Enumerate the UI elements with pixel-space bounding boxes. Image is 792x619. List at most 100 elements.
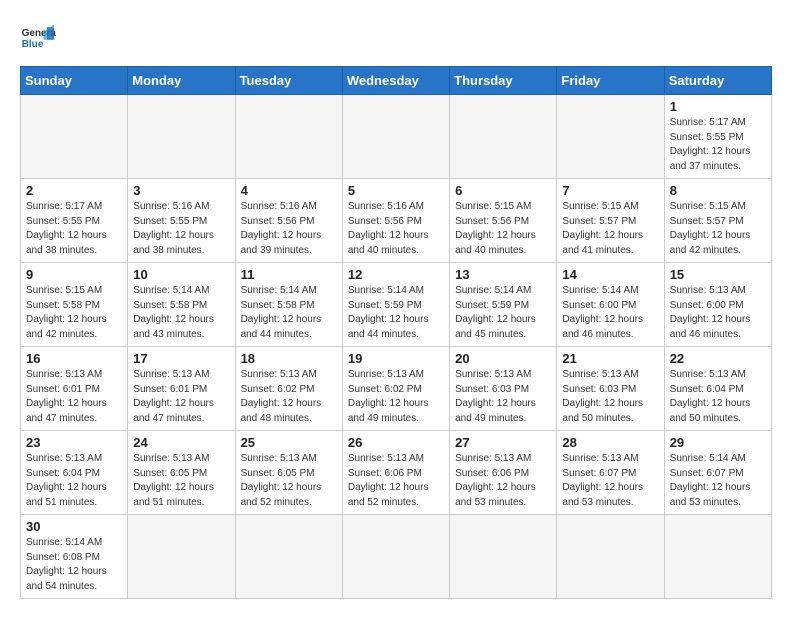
day-info: Sunrise: 5:13 AMSunset: 6:06 PMDaylight:…	[455, 452, 551, 510]
day-number: 8	[670, 183, 766, 198]
day-info: Sunrise: 5:13 AMSunset: 6:00 PMDaylight:…	[670, 284, 766, 342]
day-info: Sunrise: 5:16 AMSunset: 5:55 PMDaylight:…	[133, 200, 229, 258]
day-info: Sunrise: 5:15 AMSunset: 5:57 PMDaylight:…	[670, 200, 766, 258]
calendar-cell: 9 Sunrise: 5:15 AMSunset: 5:58 PMDaylight…	[21, 263, 128, 347]
calendar-cell	[557, 515, 664, 599]
weekday-sunday: Sunday	[21, 67, 128, 95]
day-number: 6	[455, 183, 551, 198]
calendar-cell	[450, 515, 557, 599]
day-info: Sunrise: 5:13 AMSunset: 6:02 PMDaylight:…	[348, 368, 444, 426]
calendar-cell: 14 Sunrise: 5:14 AMSunset: 6:00 PMDayligh…	[557, 263, 664, 347]
day-number: 21	[562, 351, 658, 366]
calendar-cell	[235, 515, 342, 599]
calendar-cell: 20 Sunrise: 5:13 AMSunset: 6:03 PMDayligh…	[450, 347, 557, 431]
calendar-cell: 24 Sunrise: 5:13 AMSunset: 6:05 PMDayligh…	[128, 431, 235, 515]
calendar-cell: 2Sunrise: 5:17 AMSunset: 5:55 PMDaylight…	[21, 179, 128, 263]
day-number: 19	[348, 351, 444, 366]
day-number: 3	[133, 183, 229, 198]
day-number: 29	[670, 435, 766, 450]
day-info: Sunrise: 5:13 AMSunset: 6:05 PMDaylight:…	[133, 452, 229, 510]
day-number: 15	[670, 267, 766, 282]
day-number: 26	[348, 435, 444, 450]
calendar-cell: 21 Sunrise: 5:13 AMSunset: 6:03 PMDayligh…	[557, 347, 664, 431]
day-number: 1	[670, 99, 766, 114]
day-number: 14	[562, 267, 658, 282]
calendar-cell	[21, 95, 128, 179]
day-number: 24	[133, 435, 229, 450]
weekday-tuesday: Tuesday	[235, 67, 342, 95]
calendar-cell: 12Sunrise: 5:14 AMSunset: 5:59 PMDayligh…	[342, 263, 449, 347]
calendar-cell	[557, 95, 664, 179]
calendar-cell	[450, 95, 557, 179]
day-info: Sunrise: 5:13 AMSunset: 6:05 PMDaylight:…	[241, 452, 337, 510]
day-info: Sunrise: 5:13 AMSunset: 6:04 PMDaylight:…	[26, 452, 122, 510]
weekday-header-row: SundayMondayTuesdayWednesdayThursdayFrid…	[21, 67, 772, 95]
calendar-week-5: 23Sunrise: 5:13 AMSunset: 6:04 PMDayligh…	[21, 431, 772, 515]
calendar-table: SundayMondayTuesdayWednesdayThursdayFrid…	[20, 66, 772, 599]
calendar-cell: 27 Sunrise: 5:13 AMSunset: 6:06 PMDayligh…	[450, 431, 557, 515]
day-info: Sunrise: 5:14 AMSunset: 5:58 PMDaylight:…	[133, 284, 229, 342]
day-info: Sunrise: 5:15 AMSunset: 5:57 PMDaylight:…	[562, 200, 658, 258]
day-number: 16	[26, 351, 122, 366]
calendar-cell: 1 Sunrise: 5:17 AMSunset: 5:55 PMDaylight…	[664, 95, 771, 179]
day-number: 9	[26, 267, 122, 282]
calendar-cell: 3 Sunrise: 5:16 AMSunset: 5:55 PMDaylight…	[128, 179, 235, 263]
calendar-cell: 29 Sunrise: 5:14 AMSunset: 6:07 PMDayligh…	[664, 431, 771, 515]
day-info: Sunrise: 5:17 AMSunset: 5:55 PMDaylight:…	[670, 116, 766, 174]
calendar-cell: 18 Sunrise: 5:13 AMSunset: 6:02 PMDayligh…	[235, 347, 342, 431]
day-info: Sunrise: 5:13 AMSunset: 6:03 PMDaylight:…	[562, 368, 658, 426]
day-number: 25	[241, 435, 337, 450]
day-info: Sunrise: 5:15 AMSunset: 5:58 PMDaylight:…	[26, 284, 122, 342]
calendar-week-6: 30Sunrise: 5:14 AMSunset: 6:08 PMDayligh…	[21, 515, 772, 599]
day-info: Sunrise: 5:14 AMSunset: 6:00 PMDaylight:…	[562, 284, 658, 342]
day-info: Sunrise: 5:13 AMSunset: 6:01 PMDaylight:…	[133, 368, 229, 426]
calendar-cell	[342, 515, 449, 599]
day-info: Sunrise: 5:15 AMSunset: 5:56 PMDaylight:…	[455, 200, 551, 258]
day-number: 5	[348, 183, 444, 198]
day-info: Sunrise: 5:16 AMSunset: 5:56 PMDaylight:…	[241, 200, 337, 258]
calendar-week-3: 9 Sunrise: 5:15 AMSunset: 5:58 PMDaylight…	[21, 263, 772, 347]
day-number: 20	[455, 351, 551, 366]
day-number: 4	[241, 183, 337, 198]
calendar-cell: 7 Sunrise: 5:15 AMSunset: 5:57 PMDaylight…	[557, 179, 664, 263]
day-number: 17	[133, 351, 229, 366]
calendar-cell: 4 Sunrise: 5:16 AMSunset: 5:56 PMDaylight…	[235, 179, 342, 263]
day-info: Sunrise: 5:13 AMSunset: 6:03 PMDaylight:…	[455, 368, 551, 426]
calendar-cell	[128, 95, 235, 179]
calendar-week-2: 2Sunrise: 5:17 AMSunset: 5:55 PMDaylight…	[21, 179, 772, 263]
weekday-thursday: Thursday	[450, 67, 557, 95]
day-number: 7	[562, 183, 658, 198]
day-number: 18	[241, 351, 337, 366]
day-info: Sunrise: 5:14 AMSunset: 5:58 PMDaylight:…	[241, 284, 337, 342]
day-info: Sunrise: 5:14 AMSunset: 6:07 PMDaylight:…	[670, 452, 766, 510]
weekday-saturday: Saturday	[664, 67, 771, 95]
calendar-cell: 25 Sunrise: 5:13 AMSunset: 6:05 PMDayligh…	[235, 431, 342, 515]
calendar-cell: 26 Sunrise: 5:13 AMSunset: 6:06 PMDayligh…	[342, 431, 449, 515]
weekday-wednesday: Wednesday	[342, 67, 449, 95]
weekday-friday: Friday	[557, 67, 664, 95]
logo-icon: General Blue	[20, 20, 56, 56]
day-number: 28	[562, 435, 658, 450]
calendar-week-1: 1 Sunrise: 5:17 AMSunset: 5:55 PMDaylight…	[21, 95, 772, 179]
calendar-cell: 13Sunrise: 5:14 AMSunset: 5:59 PMDayligh…	[450, 263, 557, 347]
day-info: Sunrise: 5:14 AMSunset: 5:59 PMDaylight:…	[348, 284, 444, 342]
day-info: Sunrise: 5:13 AMSunset: 6:02 PMDaylight:…	[241, 368, 337, 426]
svg-text:Blue: Blue	[22, 39, 44, 50]
day-number: 10	[133, 267, 229, 282]
calendar-cell: 19 Sunrise: 5:13 AMSunset: 6:02 PMDayligh…	[342, 347, 449, 431]
day-number: 2	[26, 183, 122, 198]
page-header: General Blue	[20, 20, 772, 56]
day-info: Sunrise: 5:13 AMSunset: 6:07 PMDaylight:…	[562, 452, 658, 510]
calendar-cell: 23Sunrise: 5:13 AMSunset: 6:04 PMDayligh…	[21, 431, 128, 515]
calendar-cell	[235, 95, 342, 179]
day-number: 27	[455, 435, 551, 450]
day-info: Sunrise: 5:13 AMSunset: 6:06 PMDaylight:…	[348, 452, 444, 510]
calendar-cell: 11Sunrise: 5:14 AMSunset: 5:58 PMDayligh…	[235, 263, 342, 347]
calendar-cell	[664, 515, 771, 599]
calendar-cell: 8 Sunrise: 5:15 AMSunset: 5:57 PMDaylight…	[664, 179, 771, 263]
calendar-cell	[128, 515, 235, 599]
logo: General Blue	[20, 20, 56, 56]
calendar-cell: 28 Sunrise: 5:13 AMSunset: 6:07 PMDayligh…	[557, 431, 664, 515]
calendar-week-4: 16 Sunrise: 5:13 AMSunset: 6:01 PMDayligh…	[21, 347, 772, 431]
day-number: 30	[26, 519, 122, 534]
